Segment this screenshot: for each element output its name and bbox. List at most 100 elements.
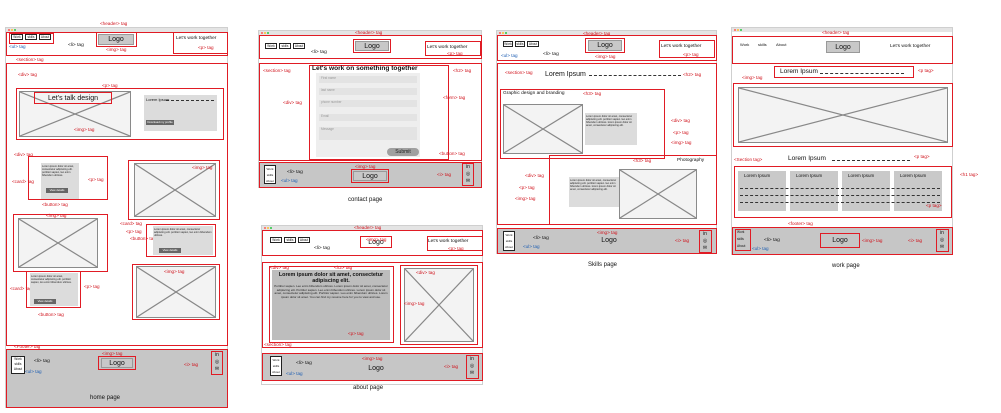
message-field[interactable]: Message [319, 127, 417, 140]
about-page-frame: <header> tag Work skills About <li> tag … [261, 225, 483, 385]
nav-work[interactable]: Work [270, 237, 282, 243]
nav-about[interactable]: About [298, 237, 310, 243]
instagram-icon[interactable]: ◎ [463, 171, 473, 177]
logo[interactable]: Logo [355, 41, 389, 51]
card-img2-tag-label: <img> tag [46, 213, 67, 218]
linkedin-icon[interactable]: in [467, 356, 477, 362]
col1-title: Lorem Ipsum [744, 173, 771, 178]
footer-li-tag-label: <li> tag [764, 238, 780, 243]
nav-about[interactable]: About [776, 43, 786, 47]
section-p-tag-label: <p tag> [914, 154, 930, 159]
footer-logo[interactable]: Logo [822, 234, 858, 247]
p-tag-label: <p> tag [448, 246, 464, 251]
linkedin-icon[interactable]: in [937, 230, 947, 236]
footer-nav-work[interactable]: Work [14, 357, 21, 361]
heading-line [589, 75, 681, 76]
footer-nav-work[interactable]: Work [737, 230, 744, 234]
logo[interactable]: Logo [588, 40, 622, 51]
nav-skills[interactable]: skills [515, 41, 525, 47]
footer-logo[interactable]: Logo [101, 358, 133, 368]
instagram-icon[interactable]: ◎ [700, 238, 710, 244]
nav-about[interactable]: About [39, 34, 51, 40]
footer-nav-skills[interactable]: skills [15, 362, 22, 366]
mail-icon[interactable]: ✉ [467, 370, 477, 376]
skill1-title: Graphic design and branding [503, 91, 565, 96]
linkedin-icon[interactable]: in [463, 164, 473, 170]
submit-button[interactable]: Submit [387, 148, 419, 156]
footer-nav-about[interactable]: About [14, 367, 22, 371]
skills-page-frame: <header> tag Work skills About <ul> tag … [496, 30, 717, 254]
footer-ul-tag-label: <ul> tag [752, 246, 769, 251]
card2-tag-label: <card> tag [120, 221, 142, 226]
footer-nav[interactable]: Work skills About [270, 356, 282, 376]
mail-icon[interactable]: ✉ [937, 244, 947, 250]
about-body: Porttitor sapien. Leo enim bibendum ultr… [274, 285, 388, 300]
hero-side-button[interactable]: Download my profile [146, 120, 174, 125]
nav-skills[interactable]: skills [25, 34, 37, 40]
skill2-p-tag-label: <p> tag [519, 185, 535, 190]
section-tag-label: <section> tag [264, 342, 292, 347]
footer-logo[interactable]: Logo [353, 171, 387, 181]
nav-skills[interactable]: skills [284, 237, 296, 243]
work-page-frame: <header> tag Work skills About Logo Let'… [731, 27, 953, 255]
mail-icon[interactable]: ✉ [463, 178, 473, 184]
home-page-frame: <header> tag Work skills About <ul> tag … [5, 21, 228, 408]
footer-logo[interactable]: Logo [593, 234, 625, 246]
h1-tag-label: <h1 tag> [960, 172, 979, 177]
contact-page-caption: contact page [348, 197, 383, 203]
card3-button[interactable]: View details [34, 299, 56, 304]
nav-about[interactable]: About [293, 43, 305, 49]
card1-text: Lorem ipsum dolor sit amet, consectetur … [42, 165, 75, 177]
phone-field[interactable]: phone number [319, 100, 417, 107]
footer-nav[interactable]: Work skills About [264, 165, 276, 184]
tagline-box [173, 32, 228, 54]
card1-p-tag-label: <p> tag [88, 177, 104, 182]
p-tag-label: <p> tag [683, 52, 699, 57]
linkedin-icon[interactable]: in [212, 352, 222, 358]
footer-nav[interactable]: Work skills About [11, 356, 25, 374]
footer-i-tag-label: <i> tag [908, 238, 923, 243]
instagram-icon[interactable]: ◎ [467, 363, 477, 369]
mail-icon[interactable]: ✉ [212, 366, 222, 372]
footer-nav-about[interactable]: About [737, 244, 745, 248]
footer-nav-skills[interactable]: skills [737, 237, 744, 241]
mail-icon[interactable]: ✉ [700, 245, 710, 251]
logo-img-tag-label: <img> tag [366, 237, 387, 242]
nav-work[interactable]: Work [740, 43, 749, 47]
about-div-tag-label: <div> tag [416, 270, 435, 275]
instagram-icon[interactable]: ◎ [937, 237, 947, 243]
h2-tag-label: <h2> tag [683, 72, 702, 77]
nav-about[interactable]: About [527, 41, 539, 47]
section-tag-label: <section> tag [505, 70, 533, 75]
footer-i-tag-label: <i> tag [184, 362, 199, 367]
nav-work[interactable]: Work [11, 34, 23, 40]
footer-logo[interactable]: Logo [360, 362, 392, 374]
footer-ul-tag-label: <ul> tag [286, 371, 303, 376]
skill2-div-tag-label: <div> tag [525, 173, 544, 178]
heading-line [820, 73, 904, 74]
h2-tag-label: <h2> tag [453, 68, 472, 73]
linkedin-icon[interactable]: in [700, 231, 710, 237]
card2-text: Lorem ipsum dolor sit amet, consectetur … [154, 228, 212, 237]
li-tag-label: <li> tag [311, 50, 327, 55]
work-page-caption: work page [832, 263, 860, 269]
nav-work[interactable]: Work [503, 41, 513, 47]
logo[interactable]: Logo [826, 41, 860, 53]
nav-skills[interactable]: skills [758, 43, 767, 47]
card2-button[interactable]: View details [159, 248, 181, 253]
last-name-field[interactable]: last name [319, 88, 417, 95]
skill2-text: Lorem ipsum dolor sit amet, consectetur … [570, 179, 617, 191]
instagram-icon[interactable]: ◎ [212, 359, 222, 365]
col3-title: Lorem Ipsum [848, 173, 875, 178]
first-name-field[interactable]: First name [319, 76, 417, 83]
contact-heading: Let's work on something together [312, 65, 418, 72]
card1-button[interactable]: View details [46, 188, 68, 193]
skill1-image [503, 104, 583, 154]
logo-box [96, 32, 137, 47]
nav-work[interactable]: Work [265, 43, 277, 49]
section-line [832, 160, 910, 161]
about-page-caption: about page [353, 385, 384, 391]
email-field[interactable]: Email [319, 114, 417, 121]
nav-skills[interactable]: skills [279, 43, 291, 49]
footer-nav[interactable]: Work skills About [503, 231, 515, 251]
